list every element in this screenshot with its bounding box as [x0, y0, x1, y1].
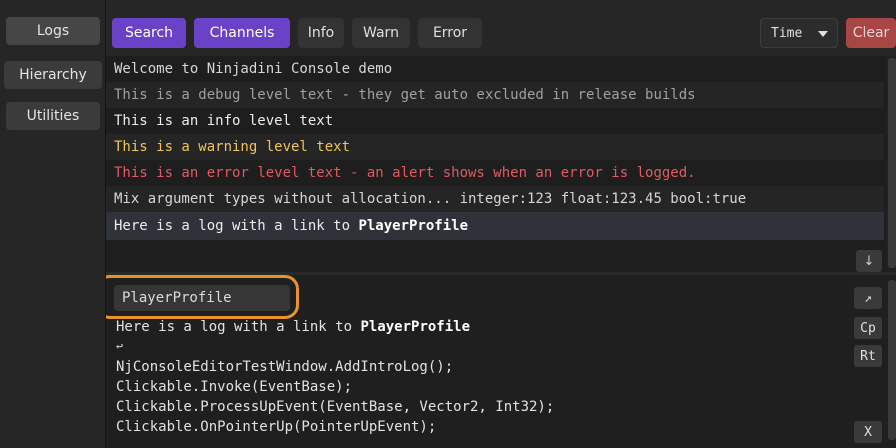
sidebar-item-logs[interactable]: Logs [6, 17, 100, 45]
player-profile-link-button[interactable]: PlayerProfile [114, 285, 290, 311]
clear-button[interactable]: Clear [846, 18, 896, 48]
toolbar: Search Channels Info Warn Error Time Cle… [106, 0, 896, 56]
log-text: Mix argument types without allocation...… [114, 191, 747, 207]
log-row[interactable]: This is an error level text - an alert s… [106, 160, 884, 186]
info-filter-button[interactable]: Info [298, 18, 344, 48]
detail-message-text: Here is a log with a link to [116, 319, 361, 335]
log-list-scrollbar-thumb[interactable] [888, 58, 896, 268]
open-link-button[interactable]: ↗ [854, 287, 882, 309]
log-row[interactable]: This is a debug level text - they get au… [106, 82, 884, 108]
sidebar-item-hierarchy[interactable]: Hierarchy [4, 61, 102, 89]
channels-button[interactable]: Channels [194, 18, 290, 48]
stack-line: NjConsoleEditorTestWindow.AddIntroLog(); [116, 359, 454, 375]
log-text: This is an error level text - an alert s… [114, 165, 696, 181]
log-list: Welcome to Ninjadini Console demo This i… [106, 56, 896, 272]
chevron-down-icon [818, 31, 828, 37]
log-row[interactable]: This is an info level text [106, 108, 884, 134]
log-text: This is a warning level text [114, 139, 351, 155]
arrow-up-right-icon: ↗ [864, 290, 872, 306]
sidebar: Logs Hierarchy Utilities [0, 0, 106, 448]
log-row-selected[interactable]: Here is a log with a link to PlayerProfi… [106, 212, 884, 240]
rt-button[interactable]: Rt [854, 345, 882, 367]
sidebar-item-utilities[interactable]: Utilities [6, 102, 100, 130]
player-profile-link[interactable]: PlayerProfile [358, 218, 468, 234]
stack-line: Clickable.OnPointerUp(PointerUpEvent); [116, 419, 437, 435]
stack-line: Clickable.Invoke(EventBase); [116, 379, 353, 395]
log-detail-panel: PlayerProfile Here is a log with a link … [106, 275, 896, 448]
detail-scrollbar[interactable] [888, 280, 896, 440]
close-detail-button[interactable]: X [854, 421, 882, 443]
error-filter-button[interactable]: Error [418, 18, 482, 48]
copy-button[interactable]: Cp [854, 317, 882, 339]
log-text: This is a debug level text - they get au… [114, 87, 696, 103]
log-row[interactable]: Welcome to Ninjadini Console demo [106, 56, 884, 82]
time-dropdown[interactable]: Time [760, 18, 838, 48]
scroll-to-bottom-button[interactable]: ↓ [856, 250, 882, 272]
search-button[interactable]: Search [112, 18, 186, 48]
return-icon: ↩ [116, 339, 124, 353]
detail-message-link[interactable]: PlayerProfile [360, 319, 470, 335]
time-dropdown-value: Time [771, 25, 803, 41]
log-text: Welcome to Ninjadini Console demo [114, 61, 393, 77]
stack-line: Clickable.ProcessUpEvent(EventBase, Vect… [116, 399, 555, 415]
log-row[interactable]: Mix argument types without allocation...… [106, 186, 884, 212]
log-row[interactable]: This is a warning level text [106, 134, 884, 160]
log-text: Here is a log with a link to [114, 218, 359, 234]
log-text: This is an info level text [114, 113, 334, 129]
console-window: Logs Hierarchy Utilities Search Channels… [0, 0, 896, 448]
detail-message: Here is a log with a link to PlayerProfi… [116, 319, 470, 335]
arrow-down-icon: ↓ [863, 253, 875, 269]
warn-filter-button[interactable]: Warn [352, 18, 410, 48]
